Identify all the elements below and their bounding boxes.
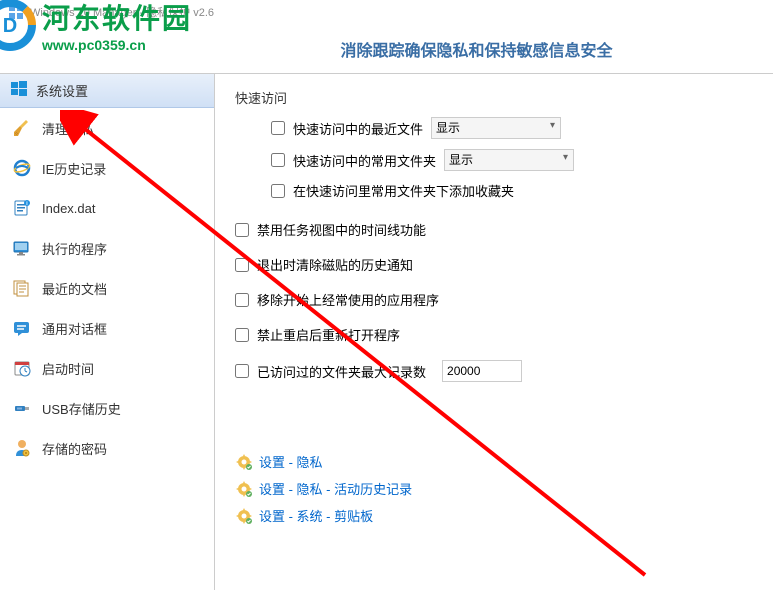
- qa-recent-files-dropdown[interactable]: 显示: [431, 117, 561, 139]
- links-section: 设置 - 隐私 设置 - 隐私 - 活动历史记录: [235, 452, 753, 525]
- link-clipboard[interactable]: 设置 - 系统 - 剪贴板: [259, 506, 373, 525]
- gear-icon: [235, 507, 253, 525]
- quick-access-group: 快速访问中的最近文件 显示 快速访问中的常用文件夹 显示 在快速访问: [271, 117, 753, 200]
- sidebar-item-label: USB存储历史: [42, 399, 121, 418]
- header: 消除跟踪确保隐私和保持敏感信息安全: [0, 24, 773, 74]
- prevent-reopen-row: 禁止重启后重新打开程序: [235, 325, 753, 344]
- sidebar-item-ie-history[interactable]: IE历史记录: [0, 148, 214, 188]
- recentdoc-icon: [12, 278, 32, 298]
- header-title: 消除跟踪确保隐私和保持敏感信息安全: [0, 37, 773, 61]
- indexdat-icon: i: [12, 198, 32, 218]
- sidebar-item-label: 启动时间: [42, 359, 94, 378]
- disable-timeline-row: 禁用任务视图中的时间线功能: [235, 220, 753, 239]
- clear-tile-history-row: 退出时清除磁贴的历史通知: [235, 255, 753, 274]
- main-panel: 快速访问 快速访问中的最近文件 显示 快速访问中的常用文件夹 显示: [215, 74, 773, 590]
- qa-recent-files-label: 快速访问中的最近文件: [293, 119, 423, 138]
- title-bar: Windows 10 Manager - 隐私保护 v2.6: [0, 0, 773, 24]
- max-folder-record-input[interactable]: [442, 360, 522, 382]
- sidebar-item-usb[interactable]: USB存储历史: [0, 388, 214, 428]
- link-privacy-row: 设置 - 隐私: [235, 452, 753, 471]
- quick-access-title: 快速访问: [235, 88, 753, 107]
- sidebar: 系统设置 清理隐私 IE历史记录: [0, 74, 215, 590]
- sidebar-item-indexdat[interactable]: i Index.dat: [0, 188, 214, 228]
- password-icon: [12, 438, 32, 458]
- max-folder-record-checkbox[interactable]: [235, 364, 249, 378]
- qa-recent-files-row: 快速访问中的最近文件 显示: [271, 117, 753, 139]
- sidebar-item-label: Index.dat: [42, 201, 96, 216]
- qa-add-favorites-label: 在快速访问里常用文件夹下添加收藏夹: [293, 181, 514, 200]
- sidebar-item-label: IE历史记录: [42, 159, 106, 178]
- disable-timeline-label: 禁用任务视图中的时间线功能: [257, 220, 426, 239]
- qa-add-favorites-row: 在快速访问里常用文件夹下添加收藏夹: [271, 181, 753, 200]
- qa-frequent-folders-label: 快速访问中的常用文件夹: [293, 151, 436, 170]
- starttime-icon: [12, 358, 32, 378]
- prevent-reopen-label: 禁止重启后重新打开程序: [257, 325, 400, 344]
- sidebar-item-executed[interactable]: 执行的程序: [0, 228, 214, 268]
- link-activity[interactable]: 设置 - 隐私 - 活动历史记录: [259, 479, 412, 498]
- content-area: 系统设置 清理隐私 IE历史记录: [0, 74, 773, 590]
- sidebar-item-label: 通用对话框: [42, 319, 107, 338]
- qa-add-favorites-checkbox[interactable]: [271, 184, 285, 198]
- app-icon: [8, 4, 24, 20]
- max-folder-record-row: 已访问过的文件夹最大记录数: [235, 360, 753, 382]
- qa-frequent-folders-checkbox[interactable]: [271, 153, 285, 167]
- gear-icon: [235, 480, 253, 498]
- sidebar-item-password[interactable]: 存储的密码: [0, 428, 214, 468]
- remove-frequent-apps-label: 移除开始上经常使用的应用程序: [257, 290, 439, 309]
- link-activity-row: 设置 - 隐私 - 活动历史记录: [235, 479, 753, 498]
- clear-tile-history-label: 退出时清除磁贴的历史通知: [257, 255, 413, 274]
- sidebar-item-label: 执行的程序: [42, 239, 107, 258]
- sidebar-item-label: 存储的密码: [42, 439, 107, 458]
- qa-recent-files-checkbox[interactable]: [271, 121, 285, 135]
- max-folder-record-label: 已访问过的文件夹最大记录数: [257, 362, 426, 381]
- sidebar-header-label: 系统设置: [36, 81, 88, 100]
- disable-timeline-checkbox[interactable]: [235, 223, 249, 237]
- sidebar-item-dialog[interactable]: 通用对话框: [0, 308, 214, 348]
- link-privacy[interactable]: 设置 - 隐私: [259, 452, 323, 471]
- windows-icon: [10, 80, 28, 101]
- link-clipboard-row: 设置 - 系统 - 剪贴板: [235, 506, 753, 525]
- qa-frequent-folders-dropdown[interactable]: 显示: [444, 149, 574, 171]
- clear-tile-history-checkbox[interactable]: [235, 258, 249, 272]
- prevent-reopen-checkbox[interactable]: [235, 328, 249, 342]
- sidebar-item-label: 最近的文档: [42, 279, 107, 298]
- sidebar-item-starttime[interactable]: 启动时间: [0, 348, 214, 388]
- qa-frequent-folders-row: 快速访问中的常用文件夹 显示: [271, 149, 753, 171]
- gear-icon: [235, 453, 253, 471]
- dialog-icon: [12, 318, 32, 338]
- sidebar-item-label: 清理隐私: [42, 119, 94, 138]
- exec-icon: [12, 238, 32, 258]
- ie-icon: [12, 158, 32, 178]
- sidebar-header[interactable]: 系统设置: [0, 74, 214, 108]
- remove-frequent-apps-checkbox[interactable]: [235, 293, 249, 307]
- broom-icon: [12, 118, 32, 138]
- main-options: 禁用任务视图中的时间线功能 退出时清除磁贴的历史通知 移除开始上经常使用的应用程…: [235, 220, 753, 382]
- sidebar-item-clean-privacy[interactable]: 清理隐私: [0, 108, 214, 148]
- remove-frequent-apps-row: 移除开始上经常使用的应用程序: [235, 290, 753, 309]
- window-title: Windows 10 Manager - 隐私保护 v2.6: [30, 4, 214, 20]
- usb-icon: [12, 398, 32, 418]
- sidebar-item-recentdoc[interactable]: 最近的文档: [0, 268, 214, 308]
